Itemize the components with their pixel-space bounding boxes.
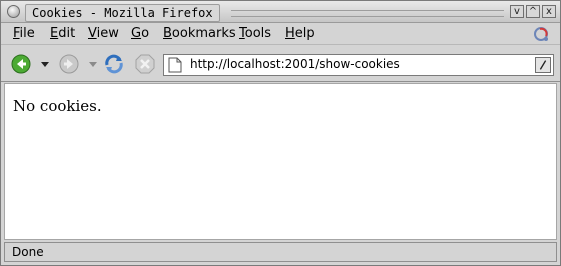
status-text: Done [12,245,44,259]
menu-help[interactable]: Help [285,26,315,41]
back-icon[interactable] [10,53,32,75]
menu-help-label: elp [294,26,315,41]
reload-icon[interactable] [103,53,125,75]
menu-tools[interactable]: Tools [239,26,271,41]
stop-icon[interactable] [134,53,156,75]
go-icon[interactable] [535,57,551,73]
minimize-button[interactable]: v [510,5,524,18]
menu-edit-label: dit [58,26,76,41]
page-content: No cookies. [4,83,557,240]
page-message: No cookies. [13,97,102,115]
forward-icon[interactable] [58,53,80,75]
maximize-button[interactable]: ^ [526,5,540,18]
menu-view-label: iew [96,26,119,41]
menu-go-mnemonic: G [131,26,142,41]
window-menu-icon[interactable] [7,5,20,18]
menu-view-mnemonic: V [88,26,97,41]
url-text[interactable]: http://localhost:2001/show-cookies [190,57,400,71]
forward-history-dropdown-icon[interactable] [89,62,97,67]
navigation-toolbar: http://localhost:2001/show-cookies [1,46,560,82]
back-history-dropdown-icon[interactable] [41,62,49,67]
status-bar: Done [4,242,557,262]
menu-bookmarks-mnemonic: B [163,26,172,41]
menu-go-label: o [141,26,150,41]
menu-bar: File Edit View Go Bookmarks Tools Help [1,23,560,45]
url-bar[interactable]: http://localhost:2001/show-cookies [163,54,554,76]
menu-edit[interactable]: Edit [50,26,75,41]
browser-window: Cookies - Mozilla Firefox v ^ x File Edi… [0,0,561,266]
menu-go[interactable]: Go [131,26,149,41]
menu-view[interactable]: View [88,26,119,41]
page-icon [168,57,182,73]
menu-file-label: ile [19,26,35,41]
menu-tools-label: ools [244,26,272,41]
title-bar-fill [231,10,504,17]
menu-bookmarks[interactable]: Bookmarks [163,26,236,41]
window-title: Cookies - Mozilla Firefox [25,4,220,22]
menu-help-mnemonic: H [285,26,295,41]
menu-file[interactable]: File [13,26,35,41]
close-button[interactable]: x [542,5,556,18]
throbber-icon [534,27,548,41]
title-bar[interactable]: Cookies - Mozilla Firefox v ^ x [1,1,560,23]
menu-bookmarks-label: ookmarks [171,26,236,41]
menu-edit-mnemonic: E [50,26,59,41]
